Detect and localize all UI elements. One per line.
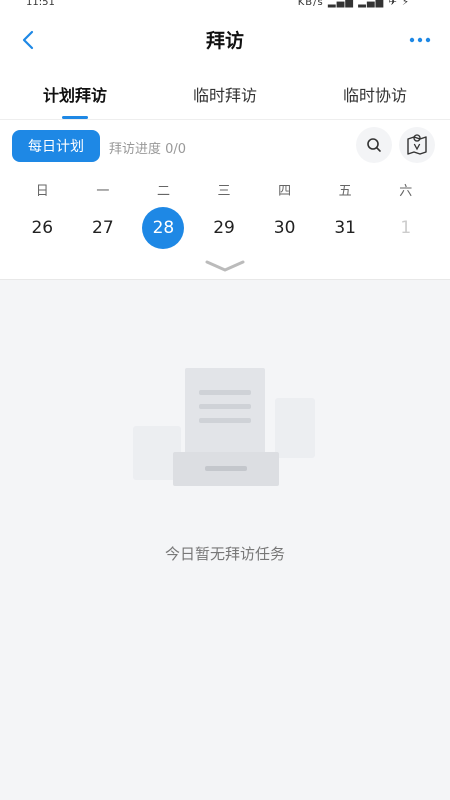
tab-temporary-visit[interactable]: 临时拜访 [150, 68, 300, 119]
date-number: 29 [213, 218, 235, 238]
weekday-label: 四 [278, 184, 292, 199]
empty-state: 今日暂无拜访任务 [0, 280, 450, 800]
search-icon [367, 138, 381, 152]
week-calendar: 日 一 二 三 四 五 六 26 27 28 29 30 31 1 [0, 172, 450, 280]
date-cell[interactable]: 30 [254, 207, 315, 249]
date-cell-next-month[interactable]: 1 [375, 207, 436, 249]
date-number: 1 [400, 218, 412, 238]
tab-planned-visit[interactable]: 计划拜访 [0, 68, 150, 119]
visit-type-tabs: 计划拜访 临时拜访 临时协访 [0, 68, 450, 120]
more-dots-icon [409, 37, 431, 43]
filter-bar: 每日计划 拜访进度 0/0 [0, 120, 450, 172]
weekday-label: 六 [399, 184, 413, 199]
nav-bar: 拜访 [0, 12, 450, 68]
empty-message: 今日暂无拜访任务 [164, 545, 285, 563]
tab-temporary-assist[interactable]: 临时协访 [300, 68, 450, 119]
status-time: 11:51 [26, 0, 55, 8]
date-cell[interactable]: 31 [315, 207, 376, 249]
date-number: 28 [142, 207, 185, 249]
weekday-label: 二 [156, 184, 170, 199]
weekday-label: 三 [217, 184, 231, 199]
weekday-label: 日 [35, 184, 49, 199]
date-cell[interactable]: 27 [73, 207, 134, 249]
status-bar: 11:51 KB/s ▂▄▆ ▂▄▆ ✈ ⚡ [0, 0, 450, 12]
more-button[interactable] [408, 28, 432, 52]
date-number: 27 [92, 218, 114, 238]
daily-plan-button[interactable]: 每日计划 [12, 130, 100, 162]
chevron-down-icon[interactable] [204, 258, 246, 274]
date-row: 26 27 28 29 30 31 1 [12, 207, 436, 249]
date-cell-selected[interactable]: 28 [133, 207, 194, 249]
status-network: KB/s ▂▄▆ ▂▄▆ ✈ ⚡ [297, 0, 410, 8]
weekday-label: 五 [338, 184, 352, 199]
empty-document-icon [133, 368, 315, 486]
map-pin-icon [407, 134, 427, 155]
date-number: 26 [31, 218, 54, 238]
weekday-label: 一 [96, 184, 110, 199]
visit-progress: 拜访进度 0/0 [109, 142, 187, 157]
date-number: 31 [334, 218, 356, 238]
search-button[interactable] [356, 127, 392, 163]
map-button[interactable] [399, 127, 435, 163]
page-title: 拜访 [205, 30, 244, 52]
weekday-header: 日 一 二 三 四 五 六 [12, 180, 436, 199]
date-cell[interactable]: 26 [12, 207, 73, 249]
date-cell[interactable]: 29 [194, 207, 255, 249]
date-number: 30 [273, 218, 296, 238]
